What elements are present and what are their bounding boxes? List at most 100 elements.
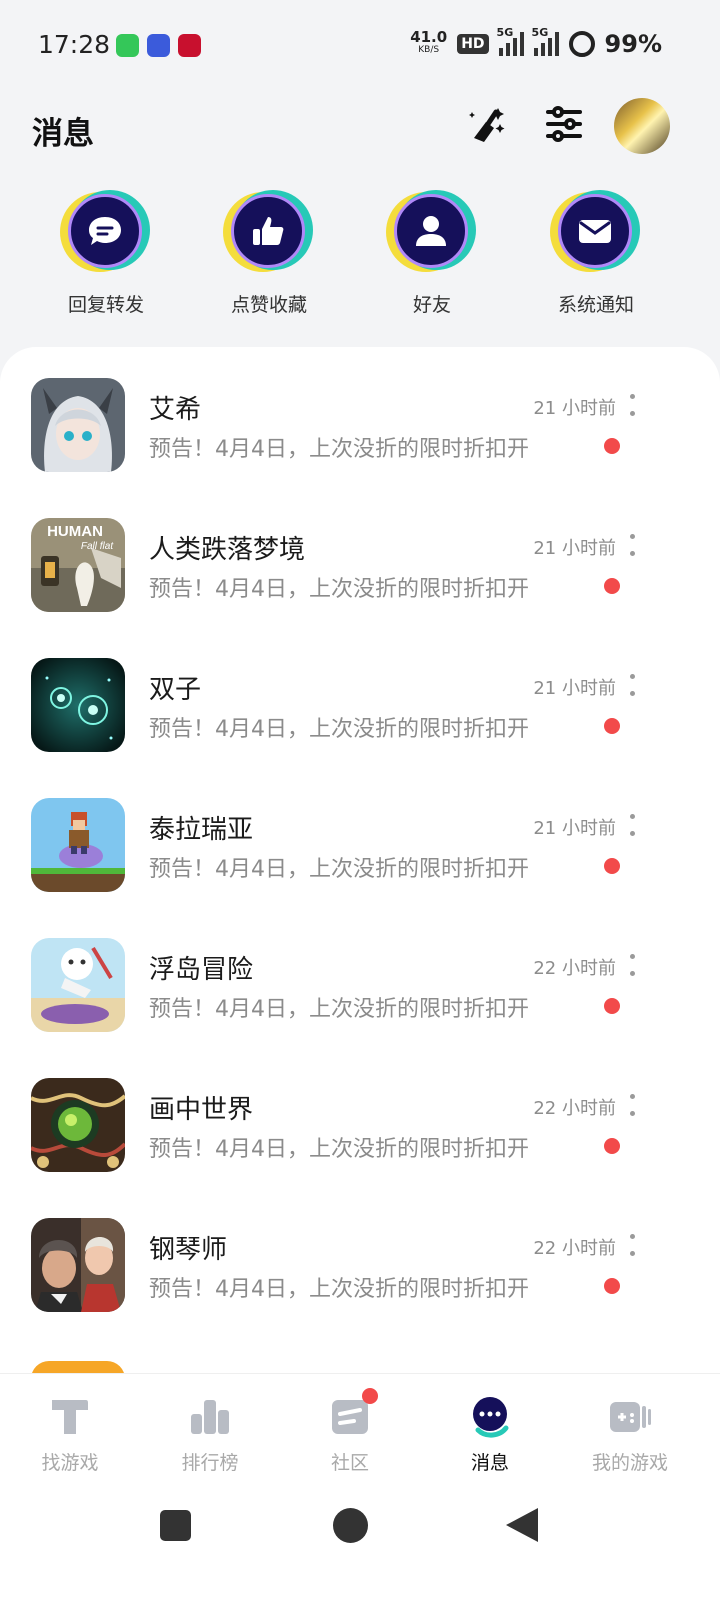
message-row[interactable]: 泰拉瑞亚 21 小时前 预告！4月4日，上次没折的限时折扣开 [0,767,720,907]
tieba-app-icon [147,34,170,57]
find-games-icon [46,1394,94,1438]
avatar[interactable] [614,98,670,154]
nav-label: 我的游戏 [591,1452,668,1474]
unread-dot [604,1138,620,1154]
nav-label: 消息 [470,1452,509,1474]
message-row[interactable]: 艾希 21 小时前 预告！4月4日，上次没折的限时折扣开 [0,347,720,487]
message-row[interactable]: HUMAN Fall flat 人类跌落梦境 21 小时前 预告！4月4日，上次… [0,487,720,627]
status-indicators: 41.0 KB/S HD 5G 5G 99% [410,26,662,58]
net-speed: 41.0 KB/S [410,28,448,56]
message-preview: 预告！4月4日，上次没折的限时折扣开 [149,857,529,882]
status-time: 17:28 [38,30,111,59]
quick-action-likes-favorites[interactable]: 点赞收藏 [209,190,329,317]
battery-icon [568,31,595,57]
system-nav-bar [0,1491,720,1608]
more-options-icon[interactable] [628,814,636,836]
message-time: 21 小时前 [533,538,616,559]
game-icon-pianist [31,1218,125,1312]
quick-action-label: 好友 [412,294,451,316]
nav-find-games[interactable]: 找游戏 [0,1374,140,1492]
nav-my-games[interactable]: 我的游戏 [560,1374,700,1492]
messages-icon [466,1394,514,1438]
message-time: 22 小时前 [533,1238,616,1259]
game-icon-gorogoa [31,1078,125,1172]
message-time: 21 小时前 [533,398,616,419]
game-icon-aixi [31,378,125,472]
quick-action-reply-forward[interactable]: 回复转发 [46,190,166,317]
unread-dot [604,718,620,734]
message-row[interactable]: 双子 21 小时前 预告！4月4日，上次没折的限时折扣开 [0,627,720,767]
more-options-icon[interactable] [628,534,636,556]
message-time: 21 小时前 [533,678,616,699]
battery-percent: 99% [604,30,662,58]
message-preview: 预告！4月4日，上次没折的限时折扣开 [149,1137,529,1162]
quick-action-system-notice[interactable]: 系统通知 [536,190,656,317]
messages-app-icon [116,34,139,57]
sender-name: 钢琴师 [149,1235,228,1265]
game-icon-shuangzi [31,658,125,752]
person-icon [394,194,468,268]
message-preview: 预告！4月4日，上次没折的限时折扣开 [149,437,529,462]
signal-icon-sim1: 5G [497,26,524,56]
my-games-icon [606,1394,654,1438]
unread-dot [604,858,620,874]
sender-name: 画中世界 [149,1095,254,1125]
status-notification-icons [116,34,201,57]
message-time: 21 小时前 [533,818,616,839]
page-title: 消息 [32,116,94,152]
message-row[interactable]: 画中世界 22 小时前 预告！4月4日，上次没折的限时折扣开 [0,1047,720,1187]
envelope-icon [558,194,632,268]
sender-name: 浮岛冒险 [149,955,254,985]
game-icon-title: HUMAN [47,523,103,540]
unread-dot [604,578,620,594]
nav-label: 排行榜 [181,1452,239,1474]
back-button[interactable] [506,1508,538,1542]
quick-action-label: 系统通知 [557,294,634,316]
message-preview: 预告！4月4日，上次没折的限时折扣开 [149,997,529,1022]
unread-dot [604,998,620,1014]
game-icon-floating-island [31,938,125,1032]
nav-messages[interactable]: 消息 [420,1374,560,1492]
nav-ranking[interactable]: 排行榜 [140,1374,280,1492]
ranking-icon [186,1394,234,1438]
more-options-icon[interactable] [628,1234,636,1256]
message-time: 22 小时前 [533,1098,616,1119]
sender-name: 双子 [149,675,202,705]
unread-dot [604,1278,620,1294]
chat-bubble-icon [68,194,142,268]
bank-app-icon [178,34,201,57]
sender-name: 人类跌落梦境 [149,535,306,565]
status-bar: 17:28 41.0 KB/S HD 5G 5G 99% [0,0,720,92]
thumbs-up-icon [231,194,305,268]
message-list: 艾希 21 小时前 预告！4月4日，上次没折的限时折扣开 HUMAN Fall … [0,347,720,1387]
game-icon-human-fall-flat: HUMAN Fall flat [31,518,125,612]
quick-action-label: 点赞收藏 [230,294,307,316]
sender-name: 艾希 [149,395,202,425]
quick-action-label: 回复转发 [67,294,144,316]
quick-action-friends[interactable]: 好友 [372,190,492,317]
message-row[interactable]: 钢琴师 22 小时前 预告！4月4日，上次没折的限时折扣开 [0,1187,720,1327]
game-icon-subtitle: Fall flat [81,541,114,552]
message-row[interactable]: 浮岛冒险 22 小时前 预告！4月4日，上次没折的限时折扣开 [0,907,720,1047]
community-badge [362,1388,378,1404]
more-options-icon[interactable] [628,394,636,416]
nav-label: 社区 [330,1452,369,1474]
home-button[interactable] [333,1508,368,1543]
more-options-icon[interactable] [628,1094,636,1116]
filter-settings-icon[interactable] [540,100,588,148]
more-options-icon[interactable] [628,674,636,696]
nav-community[interactable]: 社区 [280,1374,420,1492]
clean-broom-icon[interactable] [462,100,510,148]
sender-name: 泰拉瑞亚 [149,815,254,845]
game-icon-terraria [31,798,125,892]
message-time: 22 小时前 [533,958,616,979]
nav-label: 找游戏 [41,1452,99,1474]
more-options-icon[interactable] [628,954,636,976]
recent-apps-button[interactable] [160,1510,191,1541]
message-preview: 预告！4月4日，上次没折的限时折扣开 [149,577,529,602]
unread-dot [604,438,620,454]
hd-badge: HD [457,34,489,54]
message-preview: 预告！4月4日，上次没折的限时折扣开 [149,717,529,742]
signal-icon-sim2: 5G [532,26,559,56]
message-preview: 预告！4月4日，上次没折的限时折扣开 [149,1277,529,1302]
